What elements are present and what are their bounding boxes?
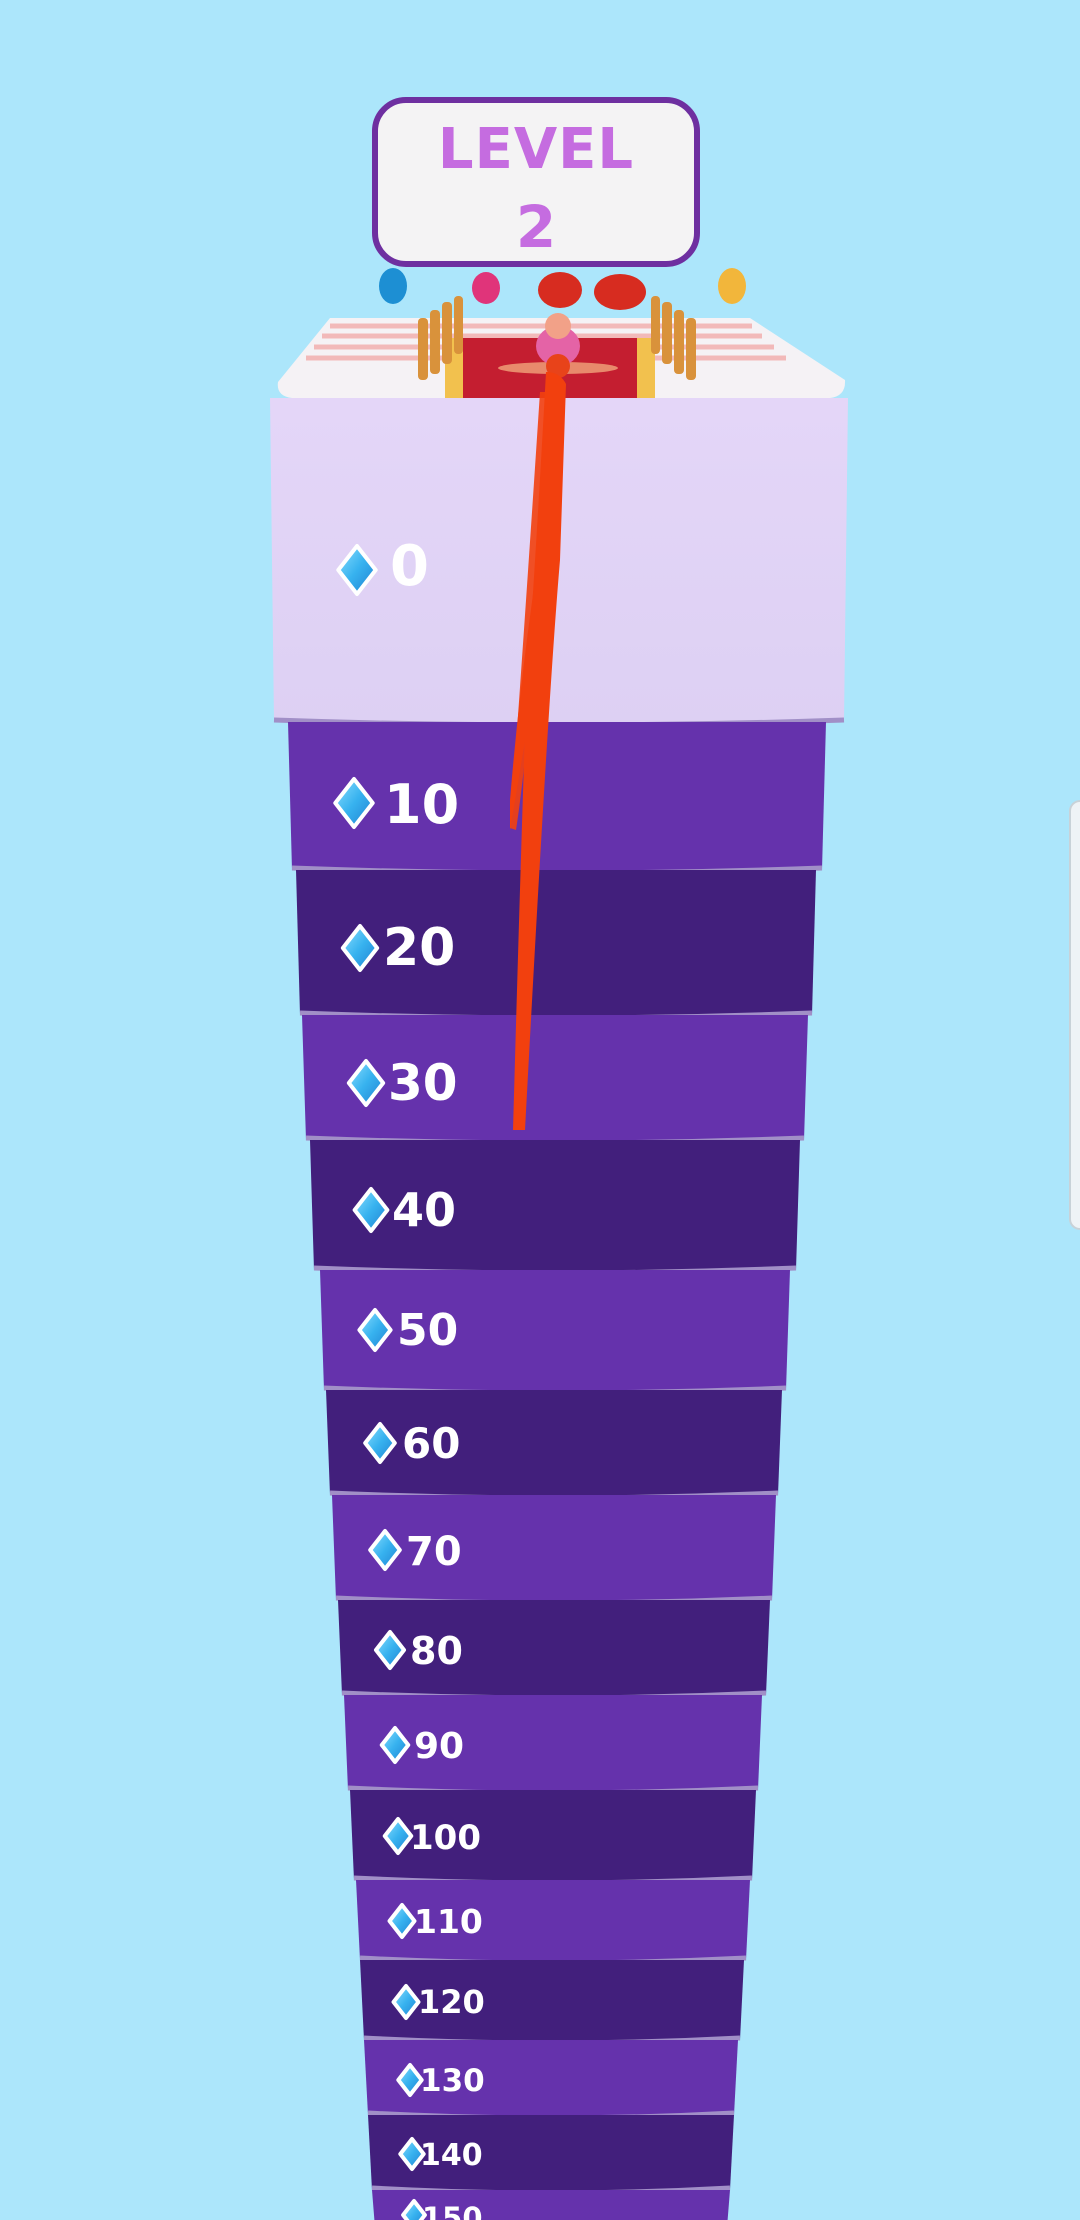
tower-rung: 120 — [360, 1960, 744, 2046]
tower-rung: 20 — [296, 870, 816, 1021]
level-number: 2 — [515, 193, 557, 261]
rung-value: 50 — [397, 1305, 458, 1356]
rung-value: 0 — [390, 534, 429, 599]
game-scene: 0 10 20 30 40 50 60 70 80 90 100 110 120 130 140 150 — [270, 268, 848, 2220]
rung-value: 90 — [414, 1726, 464, 1767]
tower-rung: 140 — [368, 2115, 734, 2196]
level-label: LEVEL — [437, 117, 635, 182]
rung-value: 30 — [388, 1054, 458, 1112]
rung-value: 140 — [420, 2138, 483, 2173]
rung-value: 60 — [402, 1419, 460, 1468]
rung-value: 40 — [392, 1183, 456, 1237]
rung-value: 70 — [406, 1529, 462, 1575]
rung-value: 10 — [384, 773, 459, 836]
tower-rung: 50 — [320, 1270, 790, 1396]
tower-rung: 60 — [326, 1390, 782, 1501]
tower-rung: 40 — [310, 1140, 800, 1276]
hair-salon-stands — [379, 268, 746, 310]
rung-value: 150 — [422, 2201, 483, 2220]
tower-rung: 130 — [364, 2040, 738, 2121]
level-sign: LEVEL 2 — [372, 97, 700, 267]
rung-value: 80 — [410, 1629, 463, 1673]
edge-panel-handle[interactable] — [1069, 800, 1080, 1230]
tower: 0 10 20 30 40 50 60 70 80 90 100 110 120 130 140 150 — [270, 398, 848, 2220]
tower-rung: 30 — [302, 1015, 808, 1146]
tower-rung: 70 — [332, 1495, 776, 1606]
tower-rung: 100 — [350, 1790, 756, 1886]
tower-rung: 80 — [338, 1600, 770, 1701]
tower-rung: 90 — [344, 1695, 762, 1796]
rung-value: 120 — [418, 1983, 485, 2021]
rung-value: 130 — [420, 2063, 485, 2099]
tower-rung: 110 — [356, 1880, 750, 1966]
rung-value: 100 — [410, 1818, 481, 1858]
rung-value: 20 — [383, 918, 455, 978]
rung-value: 110 — [414, 1902, 483, 1941]
tower-rung: 150 — [372, 2190, 730, 2220]
tower-rung: 10 — [288, 722, 826, 876]
